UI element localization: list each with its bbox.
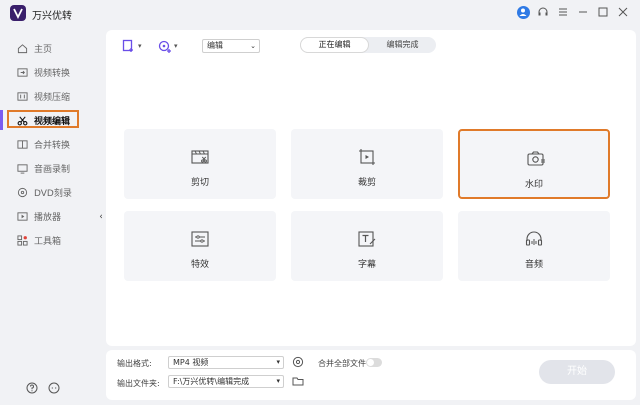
sidebar-item-player[interactable]: 播放器 <box>0 204 96 228</box>
main-panel: ▾ ▾ 编辑 ⌄ 正在编辑 编辑完成 剪切 裁剪 水印 特效 字幕 音频 <box>106 30 636 346</box>
output-format-value: MP4 视频 <box>173 358 209 367</box>
merge-icon <box>16 138 28 150</box>
audio-icon <box>524 229 544 249</box>
support-headset-icon[interactable] <box>536 5 550 19</box>
home-icon <box>16 42 28 54</box>
card-label: 字幕 <box>357 260 376 270</box>
add-media-icon <box>158 40 171 53</box>
minimize-icon[interactable] <box>576 5 590 19</box>
sidebar-item-label: 工具箱 <box>34 236 62 247</box>
card-label: 剪切 <box>190 178 209 188</box>
merge-all-label: 合并全部文件 <box>318 359 366 368</box>
card-label: 水印 <box>524 180 543 190</box>
close-icon[interactable] <box>616 5 630 19</box>
add-file-icon <box>122 39 133 52</box>
app-logo <box>10 5 26 21</box>
convert-icon <box>16 66 28 78</box>
tab-edit-complete[interactable]: 编辑完成 <box>369 37 436 53</box>
card-crop[interactable]: 裁剪 <box>291 129 443 199</box>
add-file-button[interactable]: ▾ <box>122 38 142 54</box>
card-cut[interactable]: 剪切 <box>124 129 276 199</box>
sidebar-item-label: 视频转换 <box>34 68 71 79</box>
sidebar-item-toolbox[interactable]: 工具箱 <box>0 228 96 252</box>
card-subtitle[interactable]: 字幕 <box>291 211 443 281</box>
output-bar: 输出格式: MP4 视频 ▾ 合并全部文件 输出文件夹: F:\万兴优转\编辑完… <box>106 350 636 400</box>
chevron-down-icon: ⌄ <box>250 42 256 50</box>
sidebar-item-video-compress[interactable]: 视频压缩 <box>0 84 96 108</box>
sidebar-item-dvd[interactable]: DVD刻录 <box>0 180 96 204</box>
output-format-select[interactable]: MP4 视频 ▾ <box>168 356 284 369</box>
menu-icon[interactable] <box>556 5 570 19</box>
crop-icon <box>357 147 377 167</box>
edit-mode-value: 编辑 <box>207 41 223 50</box>
sidebar-item-label: DVD刻录 <box>34 188 72 199</box>
toolbar: ▾ ▾ 编辑 ⌄ 正在编辑 编辑完成 <box>106 30 636 62</box>
sidebar-item-home[interactable]: 主页 <box>0 36 96 60</box>
card-effects[interactable]: 特效 <box>124 211 276 281</box>
chevron-down-icon: ▾ <box>276 377 280 385</box>
output-format-label: 输出格式: <box>117 359 152 368</box>
collapse-sidebar-icon[interactable]: ‹ <box>96 210 106 224</box>
sidebar-item-record[interactable]: 音画录制 <box>0 156 96 180</box>
sidebar-item-label: 音画录制 <box>34 164 71 175</box>
account-icon[interactable] <box>516 5 530 19</box>
player-icon <box>16 210 28 222</box>
output-folder-select[interactable]: F:\万兴优转\编辑完成 ▾ <box>168 375 284 388</box>
maximize-icon[interactable] <box>596 5 610 19</box>
sidebar-item-merge[interactable]: 合并转换 <box>0 132 96 156</box>
title-bar: 万兴优转 <box>0 0 640 26</box>
format-settings-icon[interactable] <box>292 356 304 368</box>
sidebar-item-label: 播放器 <box>34 212 62 223</box>
card-label: 特效 <box>190 260 209 270</box>
add-media-button[interactable]: ▾ <box>158 38 178 54</box>
app-title: 万兴优转 <box>32 11 72 22</box>
sidebar-item-label: 视频压缩 <box>34 92 71 103</box>
output-folder-value: F:\万兴优转\编辑完成 <box>173 377 250 386</box>
record-icon <box>16 162 28 174</box>
start-button[interactable]: 开始 <box>539 360 615 384</box>
cut-video-icon <box>190 147 210 167</box>
chevron-down-icon: ▾ <box>138 42 142 50</box>
dvd-icon <box>16 186 28 198</box>
merge-all-toggle[interactable] <box>366 358 382 367</box>
edit-mode-select[interactable]: 编辑 ⌄ <box>202 39 260 53</box>
chevron-down-icon: ▾ <box>276 358 280 366</box>
card-label: 裁剪 <box>357 178 376 188</box>
effects-icon <box>190 229 210 249</box>
subtitle-icon <box>357 229 377 249</box>
card-watermark[interactable]: 水印 <box>458 129 610 199</box>
watermark-icon <box>526 149 546 169</box>
sidebar-item-label: 主页 <box>34 44 53 55</box>
folder-icon[interactable] <box>292 375 304 387</box>
chevron-down-icon: ▾ <box>174 42 178 50</box>
feedback-icon[interactable] <box>48 382 60 394</box>
sidebar: 主页 视频转换 视频压缩 视频编辑 合并转换 音画录制 DVD刻录 播放器 工具… <box>0 36 96 252</box>
help-icon[interactable] <box>26 382 38 394</box>
sidebar-item-label: 合并转换 <box>34 140 71 151</box>
output-folder-label: 输出文件夹: <box>117 379 160 388</box>
toolbox-icon <box>16 234 28 246</box>
card-audio[interactable]: 音频 <box>458 211 610 281</box>
sidebar-item-video-convert[interactable]: 视频转换 <box>0 60 96 84</box>
edit-status-tabs: 正在编辑 编辑完成 <box>300 37 436 53</box>
tab-editing[interactable]: 正在编辑 <box>300 37 369 53</box>
compress-icon <box>16 90 28 102</box>
card-label: 音频 <box>524 260 543 270</box>
selection-highlight <box>7 110 79 128</box>
sidebar-item-video-edit[interactable]: 视频编辑 <box>0 108 96 132</box>
